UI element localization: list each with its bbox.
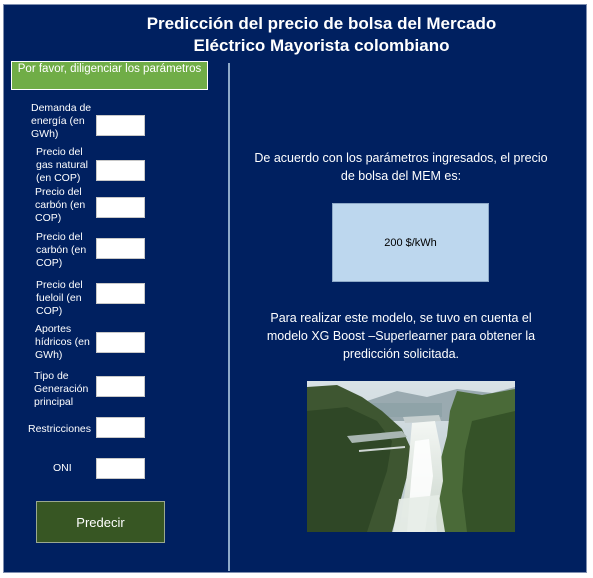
precio-gas-input[interactable] [96,160,145,181]
param-label-oni: ONI [53,462,72,474]
precio-fueloil-input[interactable] [96,283,145,304]
result-value: 200 $/kWh [384,236,437,249]
page-title: Predicción del precio de bolsa del Merca… [4,13,593,57]
aportes-hidricos-input[interactable] [96,332,145,353]
result-box: 200 $/kWh [332,203,489,282]
precio-carbon-2-input[interactable] [96,238,145,259]
oni-input[interactable] [96,458,145,479]
predecir-button[interactable]: Predecir [36,501,165,543]
param-label-carbon-1: Precio del carbón (en COP) [35,186,86,224]
page-title-line-2: Eléctrico Mayorista colombiano [193,36,450,55]
demanda-energia-input[interactable] [96,115,145,136]
hydroelectric-dam-image [307,381,515,532]
param-label-gas: Precio del gas natural (en COP) [36,146,88,184]
section-divider [228,63,230,571]
model-note-text: Para realizar este modelo, se tuvo en cu… [266,311,536,361]
page-title-line-1: Predicción del precio de bolsa del Merca… [146,14,497,33]
result-intro-text: De acuerdo con los parámetros ingresados… [254,151,548,183]
param-label-demanda: Demanda de energía (en GWh) [31,102,92,140]
restricciones-input[interactable] [96,417,145,438]
param-label-tipo-generacion: Tipo de Generación principal [34,370,89,408]
param-label-fueloil: Precio del fueloil (en COP) [36,279,83,317]
precio-carbon-input[interactable] [96,197,145,218]
app-panel: Predicción del precio de bolsa del Merca… [3,4,587,573]
param-label-restricciones: Restricciones [28,423,92,435]
param-label-carbon-2: Precio del carbón (en COP) [36,231,87,269]
param-label-aportes: Aportes hídricos (en GWh) [35,323,90,361]
parameters-banner: Por favor, diligenciar los parámetros [11,61,208,90]
tipo-generacion-input[interactable] [96,376,145,397]
